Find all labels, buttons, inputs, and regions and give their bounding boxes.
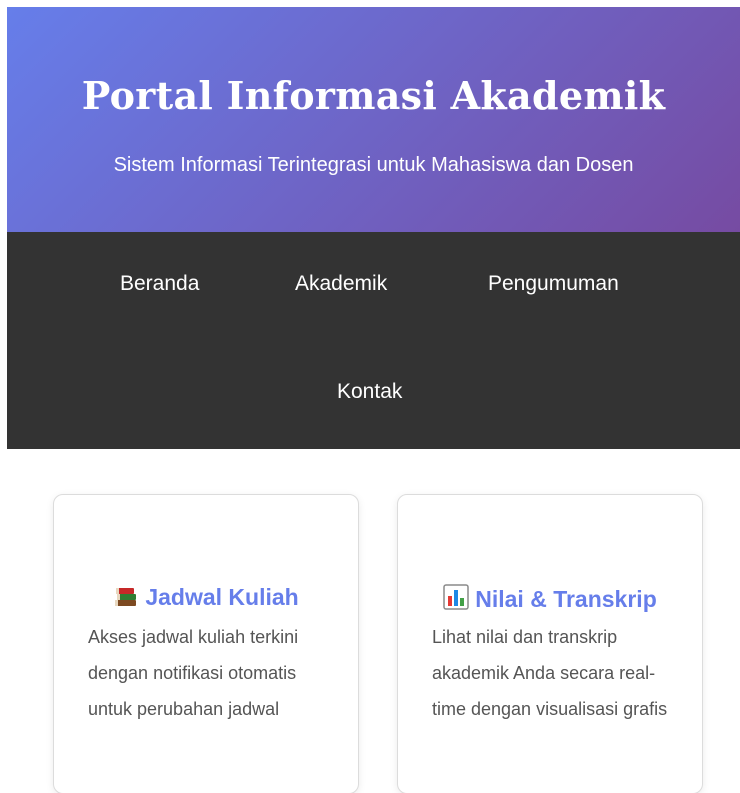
books-icon	[113, 584, 139, 614]
card-description: Akses jadwal kuliah terkini dengan notif…	[88, 627, 299, 719]
feature-card-nilai: Nilai & Transkrip Lihat nilai dan transk…	[397, 494, 703, 793]
bar-chart-icon	[443, 584, 469, 616]
site-title: Portal Informasi Akademik	[81, 73, 666, 118]
card-title: Nilai & Transkrip	[398, 584, 702, 616]
nav-item-kontak[interactable]: Kontak	[337, 380, 402, 404]
card-title-text: Nilai & Transkrip	[475, 586, 657, 613]
site-subtitle: Sistem Informasi Terintegrasi untuk Maha…	[113, 154, 634, 176]
site-header: Portal Informasi Akademik Sistem Informa…	[7, 7, 740, 232]
page: Portal Informasi Akademik Sistem Informa…	[0, 0, 740, 793]
nav-item-beranda[interactable]: Beranda	[120, 272, 199, 296]
feature-card-jadwal: Jadwal Kuliah Akses jadwal kuliah terkin…	[53, 494, 359, 793]
nav-item-pengumuman[interactable]: Pengumuman	[488, 272, 619, 296]
card-title: Jadwal Kuliah	[54, 584, 358, 614]
card-description: Lihat nilai dan transkrip akademik Anda …	[432, 627, 668, 719]
main-nav	[7, 232, 740, 449]
nav-item-akademik[interactable]: Akademik	[295, 272, 387, 296]
card-title-text: Jadwal Kuliah	[145, 584, 299, 611]
